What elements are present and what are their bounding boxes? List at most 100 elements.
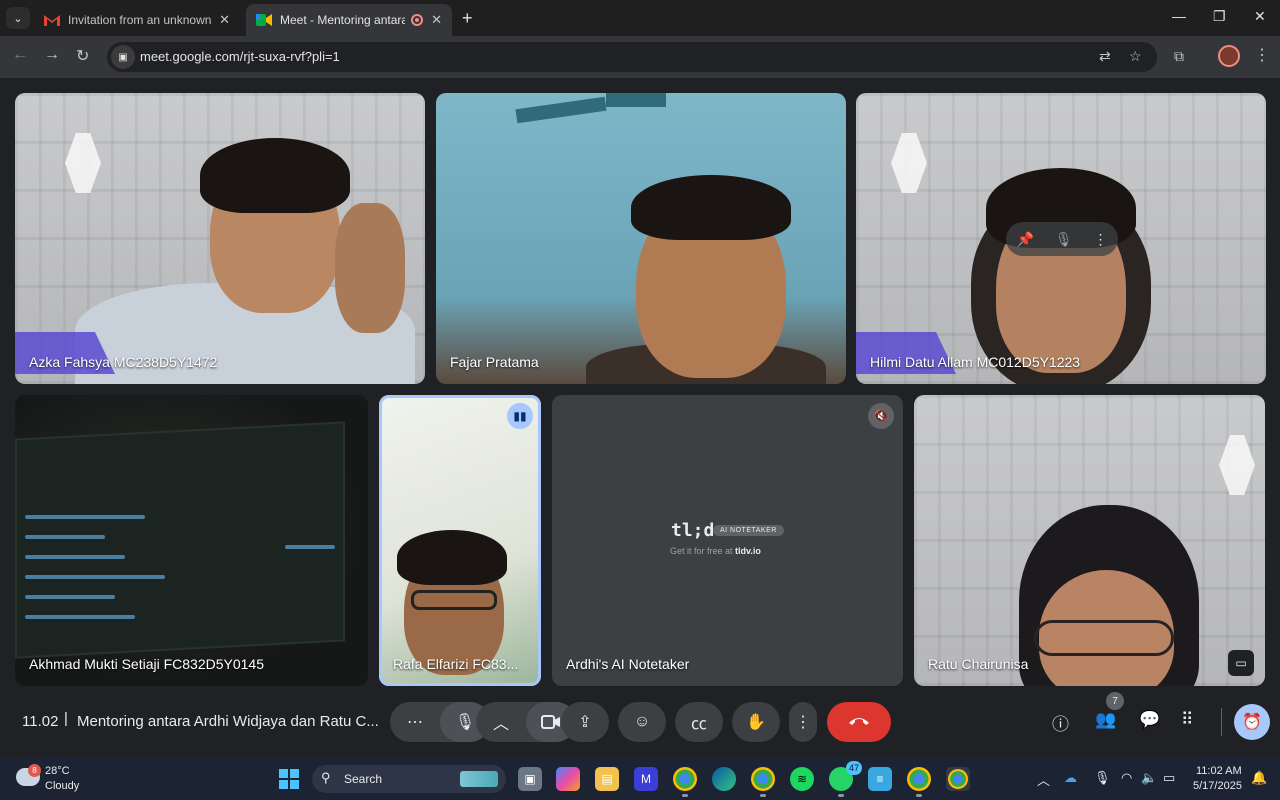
volume-icon[interactable]: 🔈 <box>1141 770 1157 786</box>
close-window-icon[interactable]: ✕ <box>1254 8 1266 25</box>
participant-tile[interactable]: Fajar Pratama <box>436 93 846 384</box>
taskbar-clock-time[interactable]: 11:02 AM <box>1196 765 1242 777</box>
participant-name: Fajar Pratama <box>450 354 539 370</box>
wifi-icon[interactable]: ◠ <box>1121 770 1132 786</box>
emoji-icon: ☺ <box>633 713 651 730</box>
tab-search-button[interactable]: ⌄ <box>6 7 30 29</box>
extensions-icon[interactable]: ⧉ <box>1174 48 1184 65</box>
windows-start-icon[interactable] <box>279 769 299 789</box>
participant-tile[interactable]: 🔇 Ardhi's AI Notetaker <box>552 395 903 686</box>
weather-condition[interactable]: Cloudy <box>45 780 79 792</box>
browser-tab-strip: ⌄ Invitation from an unknown sender ✕ Me… <box>0 0 1280 36</box>
tab-gmail-invitation[interactable]: Invitation from an unknown sender ✕ <box>34 4 240 36</box>
meeting-details-icon[interactable]: ⓘ <box>1052 710 1069 735</box>
audio-options-icon[interactable]: ⋯ <box>390 702 440 742</box>
translate-icon[interactable]: ⇄ <box>1099 48 1111 65</box>
close-tab-icon[interactable]: ✕ <box>219 12 230 28</box>
participant-tile[interactable]: ▮▮ Rafa Elfarizi FC83... <box>379 395 541 686</box>
chrome-icon[interactable] <box>751 767 775 797</box>
search-highlight-icon <box>460 771 498 787</box>
tldv-badge: AI NOTETAKER <box>713 525 784 536</box>
participant-tile[interactable]: Azka Fahsya MC238D5Y1472 <box>15 93 425 384</box>
tab-google-meet[interactable]: Meet - Mentoring antara Ardhi Widjaya da… <box>246 4 452 36</box>
participant-tile[interactable]: ▭ Ratu Chairunisa <box>914 395 1265 686</box>
chrome-profile-icon[interactable] <box>673 767 697 797</box>
present-screen-button[interactable]: ⇪ <box>561 702 609 742</box>
windows-taskbar: 8 28°C Cloudy ⚲ Search ▣ ▤ M ≋ 47 ≡ ︿ ☁ … <box>0 758 1280 800</box>
browser-menu-icon[interactable]: ⋮ <box>1254 45 1270 65</box>
meeting-clock: 11.02 <box>22 713 59 730</box>
bookmark-star-icon[interactable]: ☆ <box>1129 48 1142 65</box>
screen-in-camera <box>15 421 345 659</box>
code-line <box>25 515 145 519</box>
show-hidden-icons-icon[interactable]: ︿ <box>1037 770 1050 789</box>
reactions-button[interactable]: ☺ <box>618 702 666 742</box>
video-options-icon[interactable]: ︿ <box>476 702 526 742</box>
participant-tile[interactable]: Akhmad Mukti Setiaji FC832D5Y0145 <box>15 395 368 686</box>
search-label: Search <box>344 772 383 786</box>
notifications-icon[interactable]: 🔔 <box>1251 770 1267 786</box>
address-bar[interactable]: ▣ meet.google.com/rjt-suxa-rvf?pli=1 ⇄ ☆ <box>107 42 1157 72</box>
participant-count-badge: 7 <box>1106 692 1124 710</box>
host-controls-button[interactable]: ⏰ <box>1234 704 1270 740</box>
activities-grid-icon[interactable]: ⠿ <box>1181 710 1193 730</box>
more-options-icon[interactable]: ⋮ <box>1094 231 1108 248</box>
notepad-icon[interactable]: ≡ <box>868 767 892 791</box>
participant-name: Ardhi's AI Notetaker <box>566 656 690 672</box>
file-explorer-icon[interactable]: ▤ <box>595 767 619 791</box>
alarm-clock-icon: ⏰ <box>1242 714 1262 731</box>
new-tab-button[interactable]: + <box>462 8 473 28</box>
weather-temperature[interactable]: 28°C <box>45 765 70 777</box>
url-text[interactable]: meet.google.com/rjt-suxa-rvf?pli=1 <box>140 49 340 64</box>
participant-name: Ratu Chairunisa <box>928 656 1029 672</box>
tab-title: Invitation from an unknown sender <box>68 13 212 27</box>
browser-toolbar: ← → ↻ ▣ meet.google.com/rjt-suxa-rvf?pli… <box>0 36 1280 78</box>
maximize-icon[interactable]: ❐ <box>1213 8 1226 25</box>
participant-glasses <box>1034 620 1174 656</box>
taskbar-clock-date[interactable]: 5/17/2025 <box>1193 780 1242 792</box>
raise-hand-button[interactable]: ✋ <box>732 702 780 742</box>
background-shelf <box>515 96 607 124</box>
minimize-icon[interactable]: — <box>1172 8 1186 24</box>
copilot-icon[interactable] <box>556 767 580 791</box>
weather-badge: 8 <box>28 764 41 777</box>
chrome-active-icon[interactable] <box>946 767 970 791</box>
captions-button[interactable]: ㏄ <box>675 702 723 742</box>
chat-icon[interactable]: 💬 <box>1139 710 1160 730</box>
tab-title: Meet - Mentoring antara Ardhi Widjaya da… <box>280 13 406 27</box>
forward-icon[interactable]: → <box>44 46 60 64</box>
people-icon[interactable]: 👥 <box>1095 710 1116 730</box>
code-line <box>285 545 335 549</box>
background-shelf <box>606 93 666 107</box>
reload-icon[interactable]: ↻ <box>76 46 89 66</box>
taskbar-search[interactable]: ⚲ Search <box>312 765 506 793</box>
mic-control: ⋯ 🎙 <box>390 702 490 742</box>
pin-icon[interactable]: 📌 <box>1016 231 1033 248</box>
close-tab-icon[interactable]: ✕ <box>431 12 442 28</box>
edge-icon[interactable] <box>712 767 736 791</box>
microphone-tray-icon[interactable]: 🎙 <box>1094 770 1111 786</box>
battery-icon[interactable]: ▭ <box>1163 770 1175 786</box>
whatsapp-icon[interactable]: 47 <box>829 761 862 797</box>
participant-glasses <box>411 590 497 610</box>
task-view-icon[interactable]: ▣ <box>518 767 542 791</box>
chrome-logo <box>948 769 968 789</box>
more-options-button[interactable]: ⋮ <box>789 702 817 742</box>
visual-studio-icon[interactable]: M <box>634 767 658 791</box>
leave-call-button[interactable] <box>827 702 891 742</box>
chrome-profile-2-icon[interactable] <box>907 767 931 797</box>
mute-participant-icon[interactable]: 🎙 <box>1055 231 1073 248</box>
participant-hand <box>335 203 405 333</box>
captions-icon: ㏄ <box>690 716 707 733</box>
profile-avatar[interactable] <box>1218 45 1240 67</box>
picture-in-picture-icon[interactable]: ▭ <box>1228 650 1254 676</box>
site-info-icon[interactable]: ▣ <box>111 45 135 69</box>
back-icon[interactable]: ← <box>12 46 28 64</box>
participant-hair <box>397 530 507 585</box>
participant-hair <box>200 138 350 213</box>
spotify-icon[interactable]: ≋ <box>790 767 814 791</box>
present-screen-icon: ⇪ <box>578 714 592 731</box>
code-line <box>25 575 165 579</box>
onedrive-icon[interactable]: ☁ <box>1064 770 1077 786</box>
background-lamp <box>1219 435 1255 495</box>
